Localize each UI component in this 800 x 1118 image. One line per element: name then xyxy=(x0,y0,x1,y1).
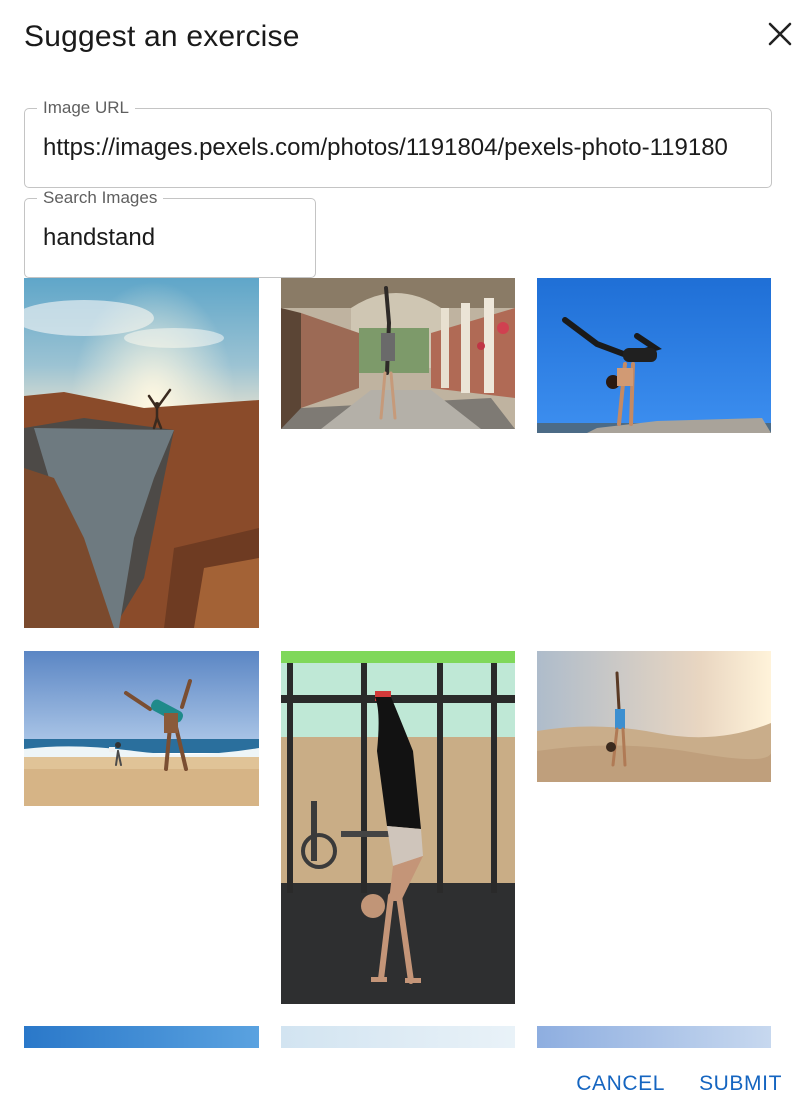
result-image[interactable] xyxy=(24,651,259,806)
search-images-input[interactable] xyxy=(43,199,301,277)
result-image[interactable] xyxy=(537,1026,771,1048)
result-image[interactable] xyxy=(537,651,771,782)
result-image[interactable] xyxy=(24,278,259,628)
result-image[interactable] xyxy=(537,278,771,433)
result-image[interactable] xyxy=(281,1026,515,1048)
search-images-field[interactable]: Search Images xyxy=(24,188,316,278)
result-image[interactable] xyxy=(281,651,515,1004)
cancel-button[interactable]: CANCEL xyxy=(576,1068,665,1100)
image-url-field[interactable]: Image URL xyxy=(24,98,772,188)
result-image[interactable] xyxy=(281,278,515,429)
image-url-input[interactable] xyxy=(43,109,757,187)
submit-button[interactable]: SUBMIT xyxy=(699,1068,782,1100)
result-image[interactable] xyxy=(24,1026,259,1048)
dialog-actions: CANCEL SUBMIT xyxy=(576,1068,782,1100)
